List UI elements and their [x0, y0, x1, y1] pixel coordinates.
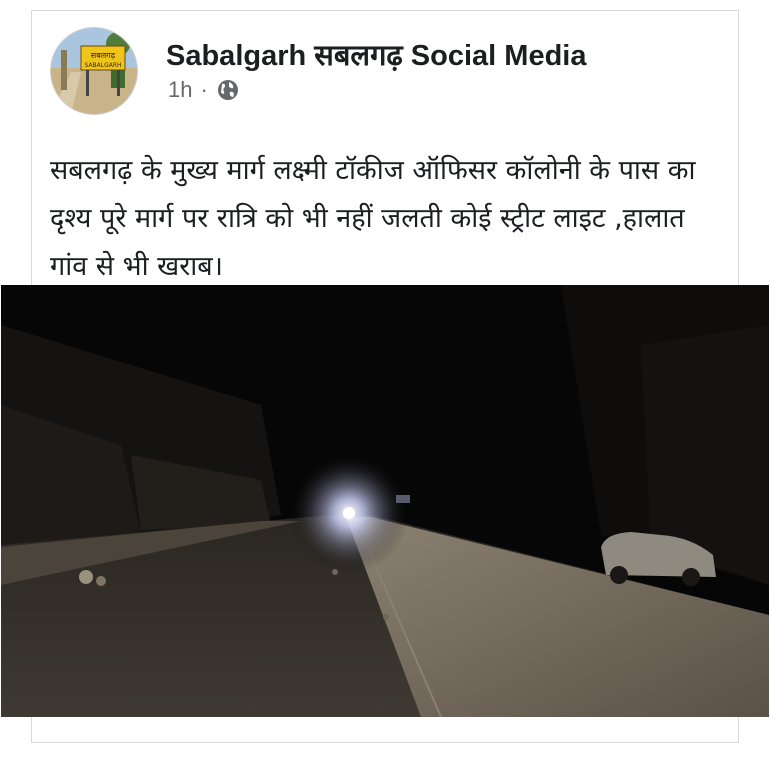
author-name[interactable]: Sabalgarh सबलगढ़ Social Media: [166, 35, 586, 74]
avatar[interactable]: सबलगढ़ SABALGARH: [50, 27, 138, 115]
post-timestamp[interactable]: 1h: [168, 77, 192, 103]
avatar-sign-english: SABALGARH: [84, 62, 121, 69]
avatar-image: सबलगढ़ SABALGARH: [51, 28, 137, 114]
post-text: सबलगढ़ के मुख्य मार्ग लक्ष्मी टॉकीज ऑफिस…: [50, 155, 696, 282]
globe-icon[interactable]: [216, 78, 240, 102]
post-meta: 1h ·: [168, 77, 240, 103]
post-photo[interactable]: [1, 285, 769, 717]
avatar-sign-hindi: सबलगढ़: [91, 51, 116, 60]
meta-separator: ·: [200, 77, 208, 102]
